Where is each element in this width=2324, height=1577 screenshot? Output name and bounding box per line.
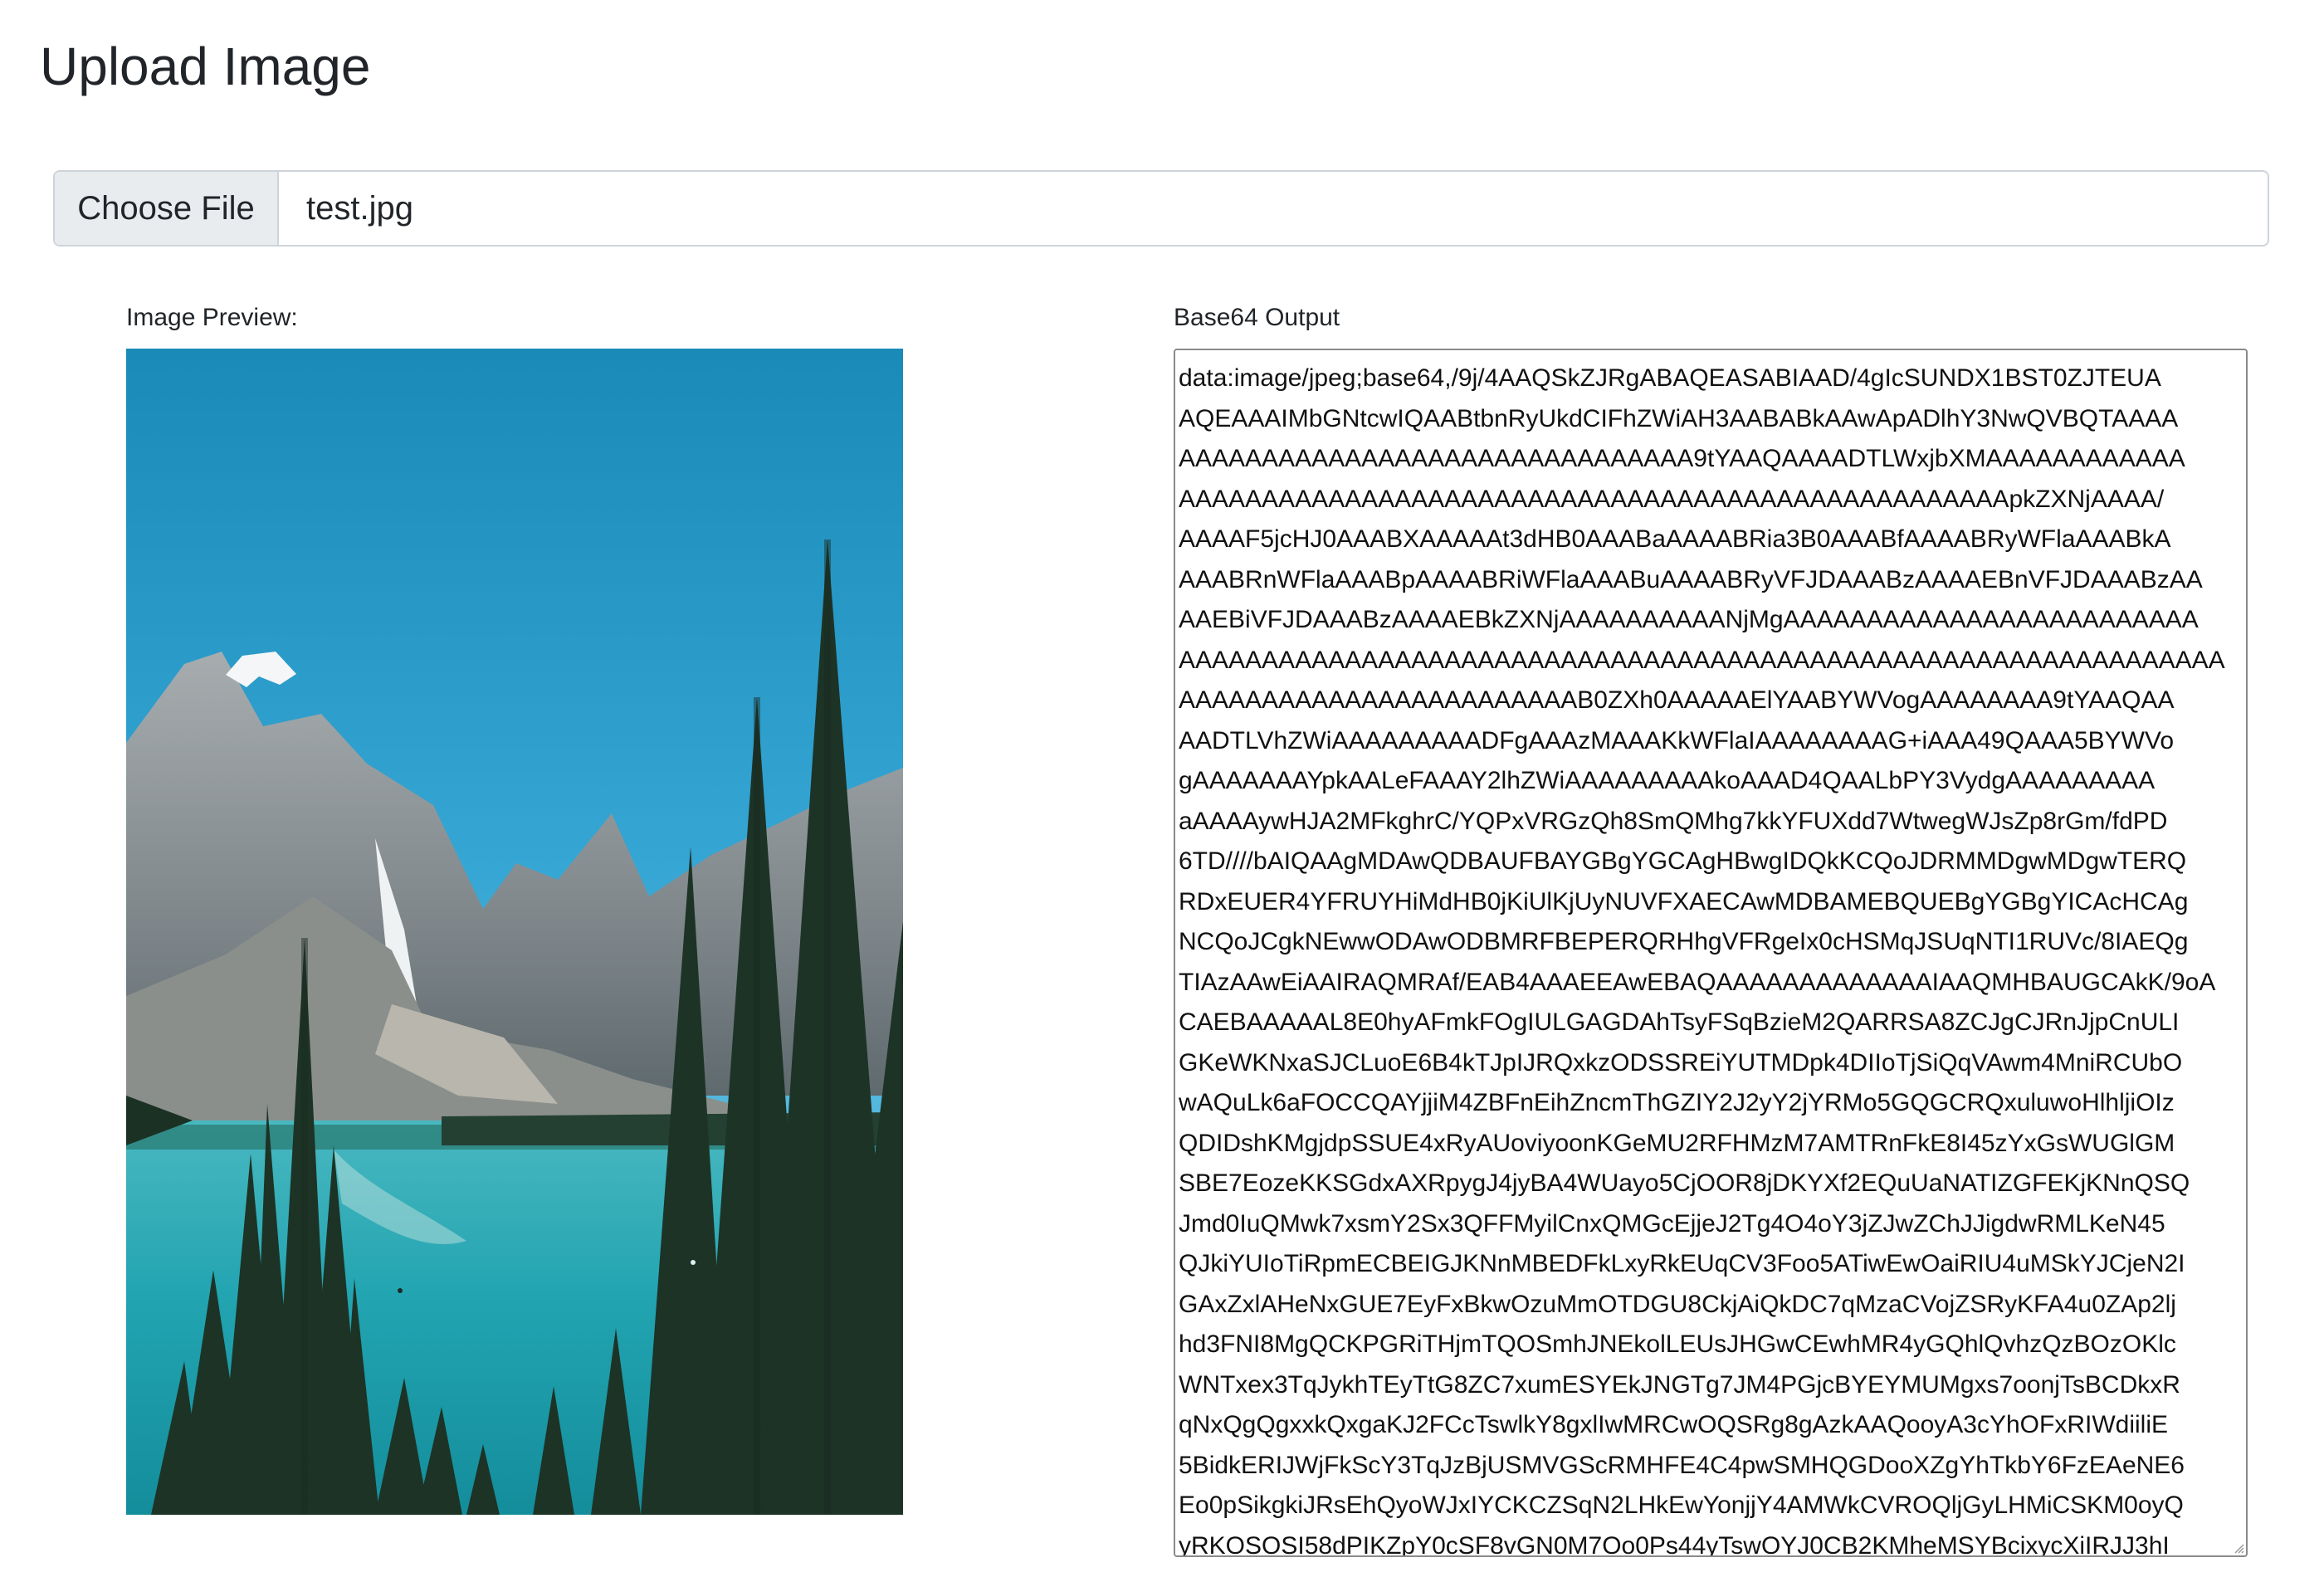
image-preview-label: Image Preview:: [126, 304, 298, 331]
selected-file-name: test.jpg: [306, 189, 413, 227]
image-preview: [126, 349, 903, 1515]
base64-output-textarea[interactable]: [1174, 349, 2248, 1557]
upload-image-page: Upload Image Choose File test.jpg Image …: [0, 0, 2324, 1577]
mountain-lake-photo: [126, 349, 903, 1515]
file-input[interactable]: Choose File test.jpg: [53, 170, 2269, 247]
page-title: Upload Image: [40, 37, 371, 96]
base64-output-label: Base64 Output: [1174, 304, 1340, 331]
choose-file-button[interactable]: Choose File: [55, 172, 279, 245]
